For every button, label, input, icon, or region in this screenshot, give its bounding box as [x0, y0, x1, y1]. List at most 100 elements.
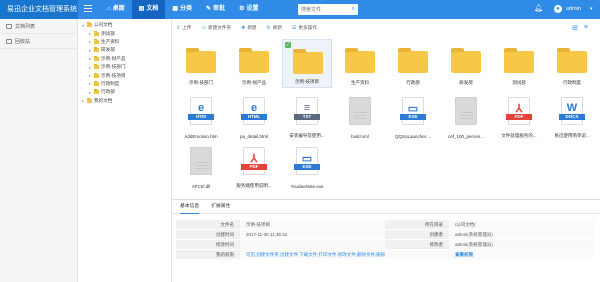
tree-label: 生产资料 [101, 38, 120, 44]
more-actions-button[interactable]: ☰ 更多操作 [292, 25, 317, 31]
file-name: cef_100_percen... [447, 134, 485, 139]
expand-icon[interactable]: ▾ [81, 23, 85, 28]
bell-icon[interactable]: 🔔︎ [534, 4, 543, 12]
tree-node[interactable]: ▸ 行政部 [79, 88, 171, 96]
file-name: pa_detail.html [239, 134, 269, 139]
upload-button[interactable]: ⇪ 上传 [176, 25, 191, 31]
pdf-file-icon: ⅄ PDF [506, 97, 532, 125]
tree-node[interactable]: ▸ 测试部 [79, 29, 171, 37]
file-item[interactable]: ⅄ PDF 文件处理服务的... [494, 92, 544, 141]
avatar[interactable]: ● [554, 5, 562, 13]
folder-icon [87, 22, 92, 28]
prop-value [240, 240, 385, 249]
tab-basic-info[interactable]: 基本信息 [180, 200, 200, 214]
tree-node[interactable]: ▸ 研发部 [79, 46, 171, 54]
file-item[interactable]: 示例-技部门 [176, 39, 226, 88]
tree-label: 示例-技项目 [101, 72, 126, 78]
checkbox-checked-icon[interactable]: ✓ [285, 42, 291, 48]
tree-node[interactable]: ▸ 行政制度 [79, 80, 171, 88]
file-item[interactable]: 示例-财产品 [229, 39, 279, 88]
new-folder-button[interactable]: ▭ 新建文件夹 [201, 25, 231, 31]
expand-icon[interactable]: ▸ [88, 31, 92, 36]
expand-icon[interactable]: ▸ [81, 98, 85, 103]
file-item[interactable]: ≡ TXT 安装编导及使用... [282, 92, 332, 141]
nav-approval[interactable]: ✎ 审批 [199, 0, 232, 19]
list-view-icon[interactable]: ≡ [584, 24, 588, 32]
tree-root[interactable]: ▾ 公司文档 [79, 21, 171, 29]
nav-label: 审批 [213, 6, 226, 12]
sidebar-item-documents[interactable]: 文档列表 [0, 19, 77, 34]
expand-icon[interactable]: ▸ [88, 73, 92, 78]
file-grid: 示例-技部门 示例-财产品 ✓ 示例-技项目 生产资料 行政部 研发部 测试部 行… [176, 36, 600, 199]
pdf-file-icon: ⅄ PDF [241, 147, 267, 175]
exe-file-icon: ▭ EXE [400, 97, 426, 125]
tree-node[interactable]: ▸ 生产资料 [79, 38, 171, 46]
file-item[interactable]: e HTML pa_detail.html [229, 92, 279, 141]
properties-table: 文件名 示例-技项目 所在目录 /公司文档/ 创建时间 2017-11-30 1… [176, 220, 594, 260]
prop-label: 创建时间 [176, 230, 240, 239]
prop-label: 文件名 [176, 220, 240, 229]
file-item[interactable]: build.xml [335, 92, 385, 141]
expand-icon[interactable]: ▸ [88, 65, 92, 70]
document-icon: ▤ [138, 6, 145, 12]
nav-settings[interactable]: ⚙ 设置 [232, 0, 265, 19]
file-item[interactable]: 生产资料 [335, 39, 385, 88]
nav-label: 分类 [180, 6, 193, 12]
expand-icon[interactable]: ▸ [88, 90, 92, 95]
tab-extended-props[interactable]: 扩展属性 [211, 200, 230, 214]
nav-label: 文档 [146, 6, 159, 12]
file-item[interactable]: 行政制度 [547, 39, 597, 88]
new-button[interactable]: ✚ 新建 [241, 25, 256, 31]
file-item[interactable]: 测试部 [494, 39, 544, 88]
new-folder-icon: ▭ [201, 25, 207, 31]
folder-tree: ▾ 公司文档 ▸ 测试部 ▸ 生产资料 ▸ 研发部 ▸ 示例-财产品 ▸ 示例-技部门 ▸ 示… [79, 19, 172, 282]
file-item[interactable]: e HTM AddEmotion.htm [176, 92, 226, 141]
tree-mine[interactable]: ▸ 我的文档 [79, 97, 171, 105]
file-name: 生产资料 [351, 80, 369, 85]
expand-icon[interactable]: ▸ [88, 81, 92, 86]
file-item[interactable]: ⅄ PDF 服务端使用说明... [229, 142, 279, 191]
prop-value: /公司文档/ [449, 220, 594, 229]
chevron-down-icon[interactable]: ▾ [590, 0, 593, 19]
expand-icon[interactable]: ▸ [88, 48, 92, 53]
tree-node[interactable]: ▸ 示例-技部门 [79, 63, 171, 71]
toolbar-label: 上传 [182, 25, 192, 30]
file-name: 示例-技部门 [189, 80, 213, 85]
tree-label: 公司文档 [94, 22, 113, 28]
refresh-button[interactable]: ↻ 刷新 [267, 25, 282, 31]
search-icon[interactable]: ⌕ [352, 6, 355, 13]
main-nav: ⌂ 桌面 ▤ 文档 ▦ 分类 ✎ 审批 ⚙ 设置 [100, 0, 265, 19]
file-item[interactable]: ✓ 示例-技项目 [282, 39, 332, 88]
search-box: ⌕ [298, 4, 358, 15]
upload-icon: ⇪ [176, 25, 181, 31]
file-item[interactable]: ▭ EXE QQSoLauncher.... [388, 92, 438, 141]
nav-desktop[interactable]: ⌂ 桌面 [100, 0, 132, 19]
expand-icon[interactable]: ▸ [88, 39, 92, 44]
file-item[interactable]: 研发部 [441, 39, 491, 88]
file-item[interactable]: W DOCX 易迅使用简单说... [547, 92, 597, 141]
nav-category[interactable]: ▦ 分类 [165, 0, 199, 19]
file-item[interactable]: 行政部 [388, 39, 438, 88]
folder-icon [94, 38, 99, 44]
view-switcher: ⊞ ≡ [572, 24, 588, 32]
file-item[interactable]: AFCtrl.dll [176, 142, 226, 191]
toolbar-label: 更多操作 [298, 25, 317, 30]
prop-value: admin(系统管理员) [449, 230, 594, 239]
expand-icon[interactable]: ▸ [88, 56, 92, 61]
top-bar: 易迅企业文档管理系统 ⌂桌面 ▤文档 ▦分类 ✎审批 ⚙设置 ⌕ 🔔︎ ● ad… [0, 0, 600, 19]
tree-node[interactable]: ▸ 示例-技项目 [79, 71, 171, 79]
tree-node[interactable]: ▸ 示例-财产品 [79, 55, 171, 63]
view-permissions-link[interactable]: 查看权限 [449, 250, 594, 259]
search-input[interactable] [298, 4, 346, 15]
grid-view-icon[interactable]: ⊞ [572, 24, 578, 32]
prop-label: 修改者 [385, 240, 449, 249]
user-name[interactable]: admin [566, 0, 581, 19]
sidebar-item-recycle[interactable]: 回收站 [0, 34, 77, 49]
menu-toggle-icon[interactable] [84, 5, 92, 13]
folder-icon [239, 48, 269, 73]
file-name: 研发部 [459, 80, 473, 85]
file-item[interactable]: cef_100_percen... [441, 92, 491, 141]
file-item[interactable]: ▭ EXE YoudaoNote.exe [282, 142, 332, 191]
nav-documents[interactable]: ▤ 文档 [131, 0, 166, 19]
tree-label: 示例-财产品 [101, 55, 126, 61]
